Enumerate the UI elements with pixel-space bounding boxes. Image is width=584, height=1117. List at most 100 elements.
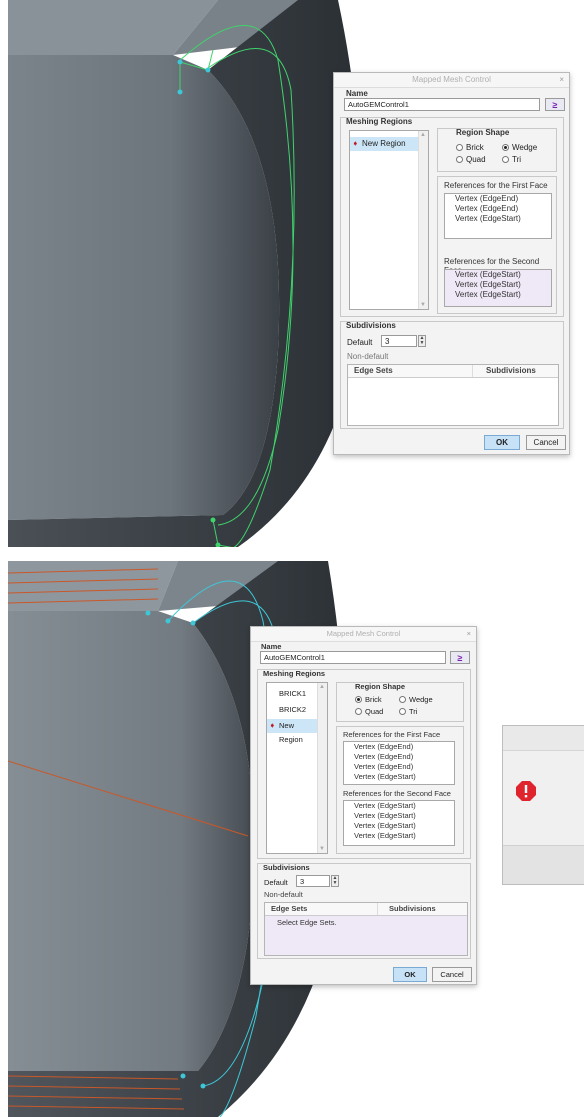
name-input[interactable] (260, 651, 446, 664)
region-list[interactable]: ➧ New Region ▲ ▼ (349, 130, 429, 310)
tri-label: Tri (512, 155, 522, 164)
region-label: BRICK2 (279, 705, 307, 714)
list-item[interactable]: Vertex (EdgeStart) (445, 280, 551, 290)
references-group: References for the First Face Vertex (Ed… (336, 726, 464, 854)
edge-sets-header[interactable]: Edge Sets (271, 903, 307, 915)
shape-option-quad[interactable]: Quad (456, 155, 486, 164)
cancel-button[interactable]: Cancel (432, 967, 472, 982)
edge-sets-header[interactable]: Edge Sets (354, 365, 393, 377)
default-subdivisions-input[interactable]: 3 (381, 335, 417, 347)
selection-arrow-icon: ≥ (552, 99, 558, 110)
name-label: Name (261, 642, 282, 651)
default-label: Default (264, 878, 288, 887)
scroll-up-icon[interactable]: ▲ (420, 132, 426, 138)
list-item[interactable]: Vertex (EdgeStart) (445, 214, 551, 224)
edge-sets-table[interactable]: Edge Sets Subdivisions (347, 364, 559, 426)
wedge-radio[interactable] (502, 144, 509, 151)
list-item[interactable]: Vertex (EdgeEnd) (445, 194, 551, 204)
subdivisions-header[interactable]: Subdivisions (389, 903, 436, 915)
region-list[interactable]: BRICK1 BRICK2 ➧ New Region ▲ ▼ (266, 682, 328, 854)
brick-radio[interactable] (456, 144, 463, 151)
wedge-radio[interactable] (399, 696, 406, 703)
dialog-titlebar[interactable]: Mapped Mesh Control × (334, 73, 569, 88)
region-label: New Region (279, 721, 303, 744)
region-list-item[interactable]: ➧ New Region (267, 719, 317, 744)
region-label: New Region (362, 139, 406, 148)
scroll-up-icon[interactable]: ▲ (319, 684, 325, 690)
list-item[interactable]: Vertex (EdgeStart) (344, 831, 454, 841)
error-icon (516, 781, 536, 801)
close-icon[interactable]: × (467, 627, 471, 641)
mapped-mesh-control-dialog-1: Mapped Mesh Control × Name ≥ Meshing Reg… (333, 72, 570, 455)
region-list-scrollbar[interactable]: ▲ ▼ (317, 683, 327, 853)
list-item[interactable]: Vertex (EdgeEnd) (344, 762, 454, 772)
region-shape-label: Region Shape (355, 682, 406, 691)
shape-option-quad[interactable]: Quad (355, 707, 383, 716)
cancel-button[interactable]: Cancel (526, 435, 566, 450)
first-face-label: References for the First Face (444, 181, 548, 190)
quad-radio[interactable] (355, 708, 362, 715)
tri-label: Tri (409, 707, 418, 716)
default-label: Default (347, 338, 373, 347)
list-item[interactable]: Vertex (EdgeStart) (344, 772, 454, 782)
list-item[interactable]: Vertex (EdgeEnd) (344, 742, 454, 752)
second-face-ref-list[interactable]: Vertex (EdgeStart) Vertex (EdgeStart) Ve… (444, 269, 552, 307)
region-shape-group: Region Shape Brick Wedge Quad Tri (437, 128, 557, 172)
subdivisions-label: Subdivisions (346, 321, 396, 330)
region-list-item[interactable]: BRICK1 (267, 687, 317, 701)
select-name-button[interactable]: ≥ (450, 651, 470, 664)
list-item[interactable]: Vertex (EdgeEnd) (344, 752, 454, 762)
select-name-button[interactable]: ≥ (545, 98, 565, 111)
second-face-ref-list[interactable]: Vertex (EdgeStart) Vertex (EdgeStart) Ve… (343, 800, 455, 846)
list-item[interactable]: Vertex (EdgeStart) (445, 270, 551, 280)
list-item[interactable]: Vertex (EdgeStart) (445, 290, 551, 300)
scroll-down-icon[interactable]: ▼ (420, 302, 426, 308)
list-item[interactable]: Vertex (EdgeStart) (344, 801, 454, 811)
dialog-titlebar[interactable]: Mapped Mesh Control × (251, 627, 476, 642)
list-item[interactable]: Vertex (EdgeStart) (344, 811, 454, 821)
alert-titlebar[interactable] (503, 726, 584, 751)
references-group: References for the First Face Vertex (Ed… (437, 176, 557, 314)
list-item[interactable]: Vertex (EdgeEnd) (445, 204, 551, 214)
table-header: Edge Sets Subdivisions (265, 903, 467, 916)
table-row[interactable]: Select Edge Sets. (265, 916, 467, 927)
subdivisions-group: Subdivisions Default 3 ▲ ▼ Non-default Ed… (340, 321, 564, 429)
subdivisions-header[interactable]: Subdivisions (486, 365, 536, 377)
nondefault-label: Non-default (347, 352, 389, 361)
meshing-regions-group: Meshing Regions ➧ New Region ▲ ▼ Region … (340, 117, 564, 317)
region-list-scrollbar[interactable]: ▲ ▼ (418, 131, 428, 309)
default-subdivisions-input[interactable]: 3 (296, 875, 330, 887)
brick-radio[interactable] (355, 696, 362, 703)
brick-label: Brick (365, 695, 382, 704)
mapped-mesh-control-dialog-2: Mapped Mesh Control × Name ≥ Meshing Reg… (250, 626, 477, 985)
shape-option-brick[interactable]: Brick (355, 695, 382, 704)
spinner-arrows-icon[interactable]: ▲ ▼ (331, 875, 339, 887)
quad-radio[interactable] (456, 156, 463, 163)
scroll-down-icon[interactable]: ▼ (319, 846, 325, 852)
first-face-ref-list[interactable]: Vertex (EdgeEnd) Vertex (EdgeEnd) Vertex… (343, 741, 455, 785)
spinner-arrows-icon[interactable]: ▲ ▼ (418, 335, 426, 347)
meshing-regions-group: Meshing Regions BRICK1 BRICK2 ➧ New Regi… (257, 669, 471, 859)
shape-option-wedge[interactable]: Wedge (502, 143, 537, 152)
name-input[interactable] (344, 98, 540, 111)
shape-option-tri[interactable]: Tri (502, 155, 521, 164)
tri-radio[interactable] (502, 156, 509, 163)
region-list-item[interactable]: ➧ New Region (350, 137, 418, 151)
ok-button[interactable]: OK (484, 435, 520, 450)
name-label: Name (346, 89, 368, 98)
error-alert-dialog (502, 725, 584, 885)
tri-radio[interactable] (399, 708, 406, 715)
shape-option-tri[interactable]: Tri (399, 707, 417, 716)
first-face-ref-list[interactable]: Vertex (EdgeEnd) Vertex (EdgeEnd) Vertex… (444, 193, 552, 239)
shape-option-wedge[interactable]: Wedge (399, 695, 433, 704)
edge-sets-table[interactable]: Edge Sets Subdivisions Select Edge Sets. (264, 902, 468, 956)
region-list-item[interactable]: BRICK2 (267, 703, 317, 717)
shape-option-brick[interactable]: Brick (456, 143, 484, 152)
list-item[interactable]: Vertex (EdgeStart) (344, 821, 454, 831)
wedge-label: Wedge (409, 695, 433, 704)
dialog-title: Mapped Mesh Control (326, 629, 401, 638)
ok-button[interactable]: OK (393, 967, 427, 982)
close-icon[interactable]: × (559, 73, 564, 87)
quad-label: Quad (365, 707, 384, 716)
alert-button-bar (503, 845, 584, 884)
